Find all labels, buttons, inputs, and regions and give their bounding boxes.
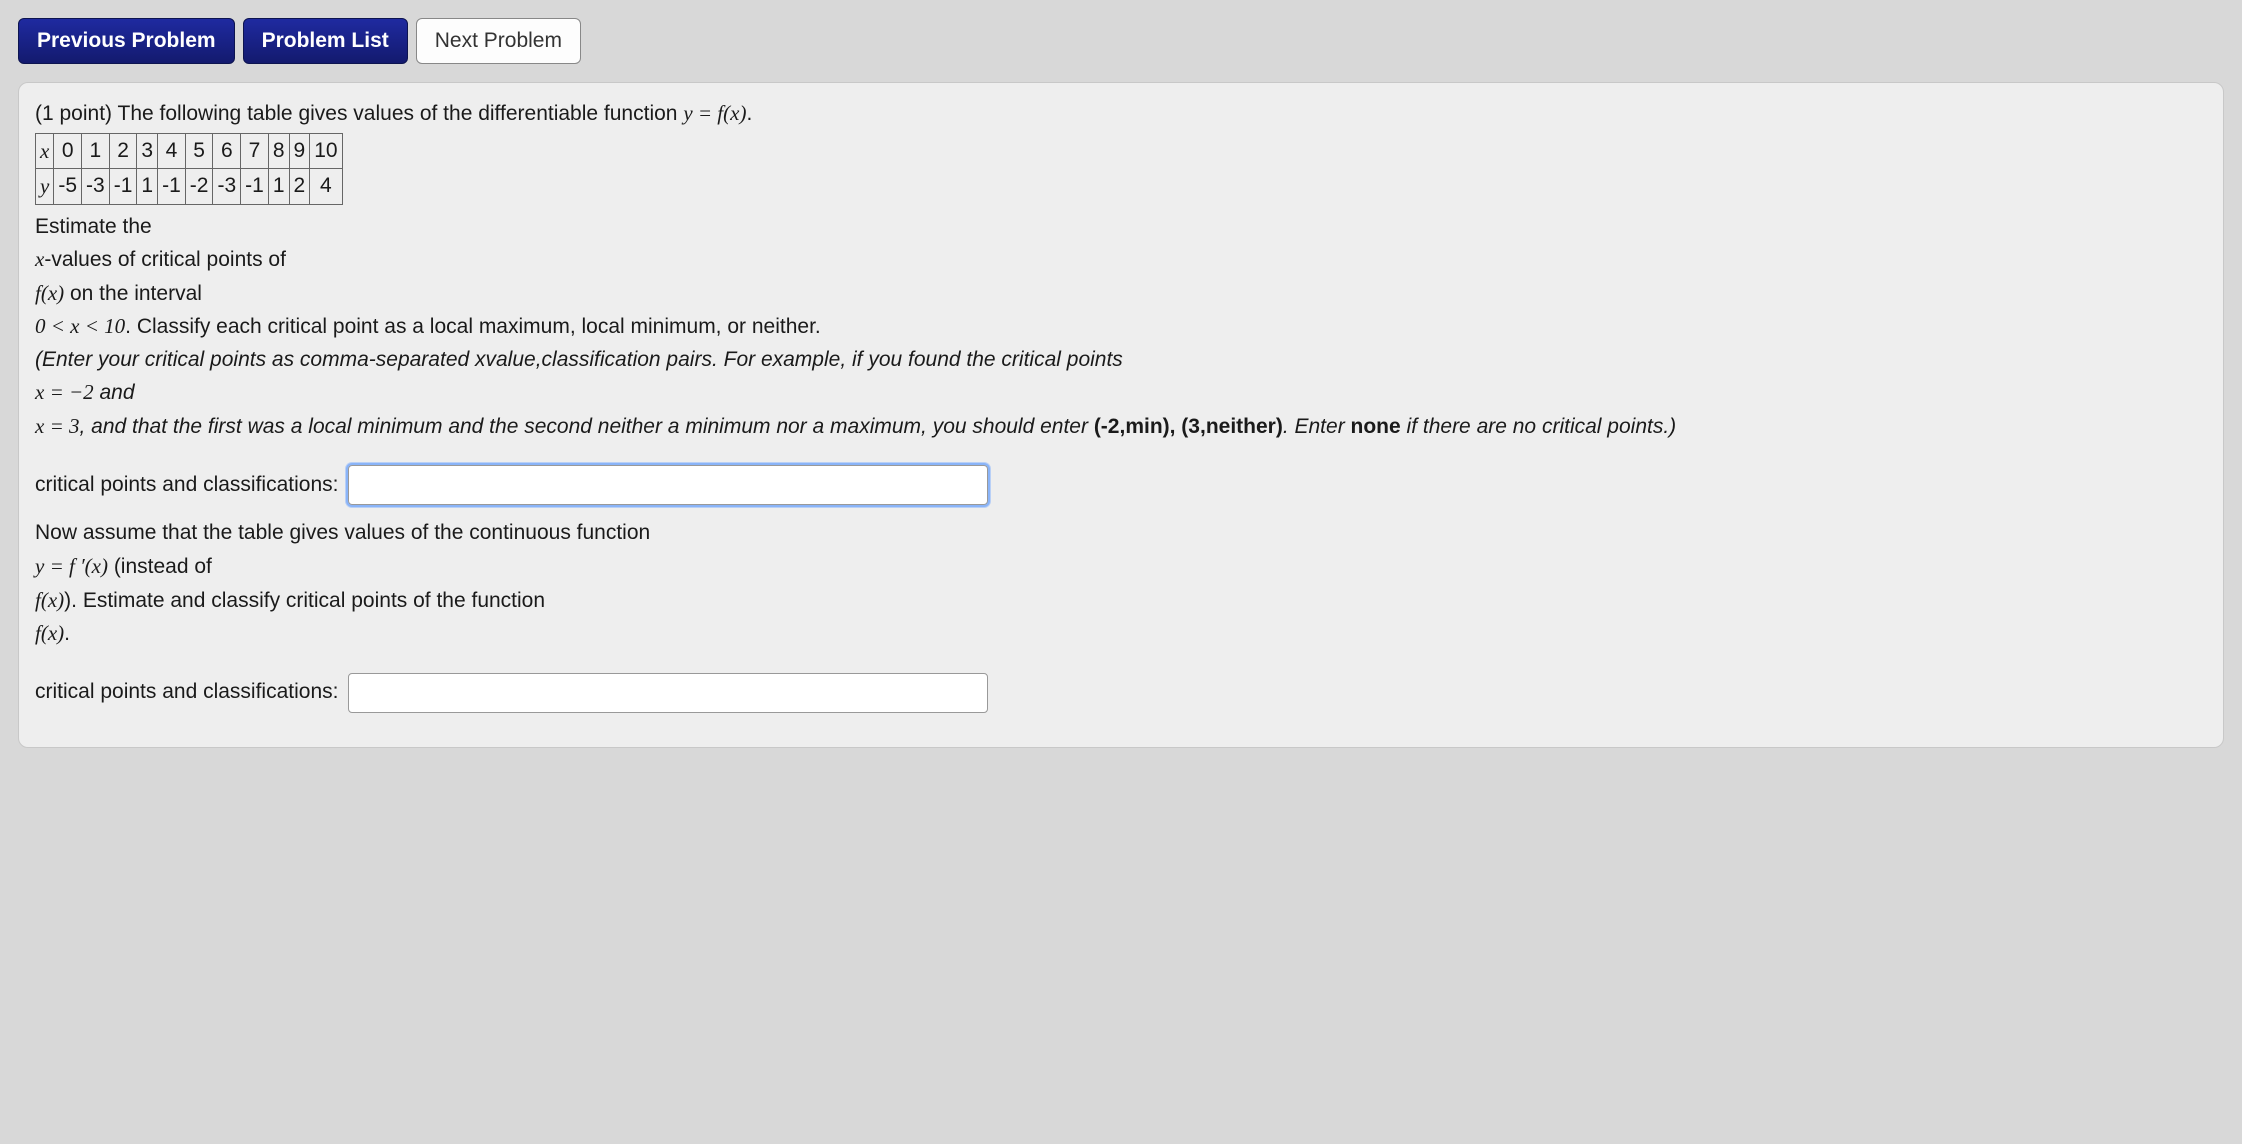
row-y-label: y	[36, 169, 54, 205]
interval: 0 < x < 10	[35, 314, 125, 338]
cell: 5	[185, 133, 213, 169]
cell: 2	[109, 133, 137, 169]
fx: f(x)	[35, 281, 64, 305]
cell: 7	[241, 133, 269, 169]
answer-label-2: critical points and classifications:	[35, 676, 338, 709]
part2-eq-1: y = f ′(x)	[35, 554, 108, 578]
cell: -3	[213, 169, 241, 205]
part2-line-2: y = f ′(x) (instead of	[35, 550, 2207, 584]
hint-line-3: x = 3, and that the first was a local mi…	[35, 410, 2207, 444]
line4-tail: . Classify each critical point as a loca…	[125, 315, 821, 338]
cell: 3	[137, 133, 158, 169]
hint-eq-1: x = −2	[35, 380, 94, 404]
hint-mid: , and that the first was a local minimum…	[80, 415, 1094, 438]
problem-intro: (1 point) The following table gives valu…	[35, 97, 2207, 131]
cell: -3	[82, 169, 110, 205]
cell: 9	[289, 133, 310, 169]
cell: -1	[158, 169, 186, 205]
cell: 6	[213, 133, 241, 169]
intro-equation: y = f(x)	[683, 101, 746, 125]
hint-example: (-2,min), (3,neither)	[1094, 415, 1283, 438]
line3-tail: on the interval	[64, 282, 202, 305]
answer-label-1: critical points and classifications:	[35, 469, 338, 502]
part2-eq-2: f(x)	[35, 588, 64, 612]
cell: -5	[54, 169, 82, 205]
cell: -1	[109, 169, 137, 205]
next-problem-button[interactable]: Next Problem	[416, 18, 581, 64]
line-interval-classify: 0 < x < 10. Classify each critical point…	[35, 310, 2207, 344]
line-x-values: x-values of critical points of	[35, 243, 2207, 277]
data-table: x 0 1 2 3 4 5 6 7 8 9 10 y -5 -3 -1 1 -1…	[35, 133, 343, 205]
row-x-label: x	[36, 133, 54, 169]
cell: -2	[185, 169, 213, 205]
cell: 0	[54, 133, 82, 169]
part2-d: .	[64, 622, 70, 645]
cell: 10	[310, 133, 342, 169]
intro-tail: .	[746, 102, 752, 125]
hint-line-1: (Enter your critical points as comma-sep…	[35, 344, 2207, 377]
hint-d: . Enter	[1283, 415, 1351, 438]
part2-eq-3: f(x)	[35, 621, 64, 645]
intro-text: The following table gives values of the …	[118, 102, 684, 125]
cell: 2	[289, 169, 310, 205]
points-label: (1 point)	[35, 102, 118, 125]
answer-row-2: critical points and classifications:	[35, 673, 2207, 713]
nav-bar: Previous Problem Problem List Next Probl…	[18, 18, 2224, 64]
part2-line-1: Now assume that the table gives values o…	[35, 517, 2207, 550]
table-row: y -5 -3 -1 1 -1 -2 -3 -1 1 2 4	[36, 169, 343, 205]
problem-container: (1 point) The following table gives valu…	[18, 82, 2224, 748]
part2-line-3: f(x)). Estimate and classify critical po…	[35, 584, 2207, 618]
part2-line-4: f(x).	[35, 617, 2207, 651]
cell: 4	[310, 169, 342, 205]
critical-points-input-2[interactable]	[348, 673, 988, 713]
x-var: x	[35, 247, 44, 271]
estimate-line: Estimate the	[35, 211, 2207, 244]
hint-eq-2: x = 3	[35, 414, 80, 438]
hint-none: none	[1351, 415, 1401, 438]
cell: 1	[137, 169, 158, 205]
cell: 1	[268, 169, 289, 205]
hint-line-2: x = −2 and	[35, 376, 2207, 410]
hint-e: if there are no critical points.)	[1401, 415, 1676, 438]
table-row: x 0 1 2 3 4 5 6 7 8 9 10	[36, 133, 343, 169]
previous-problem-button[interactable]: Previous Problem	[18, 18, 235, 64]
cell: 8	[268, 133, 289, 169]
answer-row-1: critical points and classifications:	[35, 465, 2207, 505]
cell: 1	[82, 133, 110, 169]
part2-c: ). Estimate and classify critical points…	[64, 589, 545, 612]
critical-points-input-1[interactable]	[348, 465, 988, 505]
cell: 4	[158, 133, 186, 169]
line2-tail: -values of critical points of	[44, 248, 286, 271]
part2-b: (instead of	[108, 555, 212, 578]
line-fx-interval: f(x) on the interval	[35, 277, 2207, 311]
cell: -1	[241, 169, 269, 205]
hint-and: and	[94, 381, 135, 404]
problem-list-button[interactable]: Problem List	[243, 18, 408, 64]
